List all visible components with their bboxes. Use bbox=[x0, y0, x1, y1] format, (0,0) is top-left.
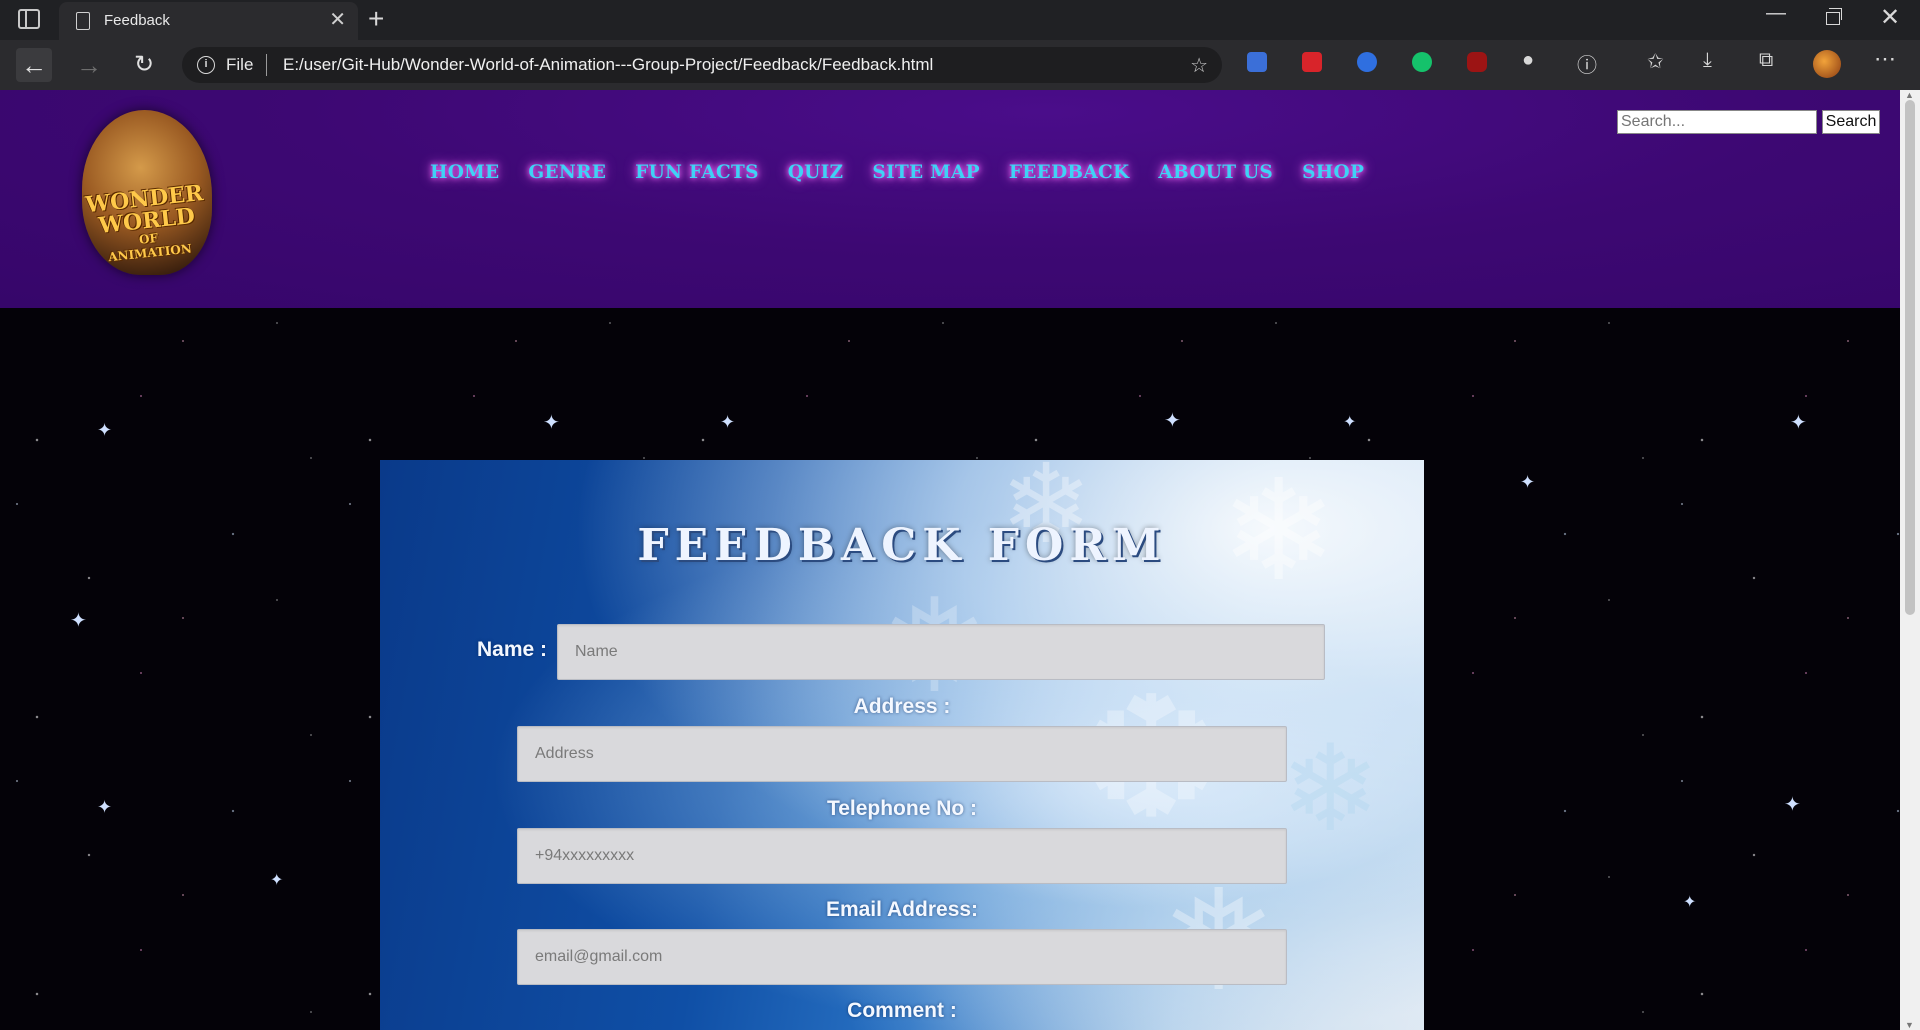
browser-toolbar: ← → ↻ i File E:/user/Git-Hub/Wonder-Worl… bbox=[0, 40, 1920, 90]
url-separator bbox=[266, 54, 267, 76]
close-window-icon[interactable]: ✕ bbox=[1880, 3, 1900, 32]
extension-github-icon[interactable]: ● bbox=[1522, 49, 1534, 72]
extension-shield-icon[interactable] bbox=[1357, 52, 1377, 72]
site-info-icon[interactable]: i bbox=[197, 56, 215, 74]
tab-title: Feedback bbox=[104, 12, 170, 29]
logo-text: WONDER WORLD OF ANIMATION bbox=[69, 180, 226, 267]
nav-quiz[interactable]: QUIZ bbox=[788, 162, 844, 183]
restore-icon[interactable] bbox=[1826, 8, 1842, 25]
scroll-up-icon[interactable]: ▲ bbox=[1905, 90, 1914, 100]
page-icon bbox=[76, 12, 90, 30]
extension-mendeley-icon[interactable] bbox=[1302, 52, 1322, 72]
downloads-icon[interactable]: ⤓ bbox=[1703, 49, 1712, 72]
snowflake-decoration: ❄ bbox=[1280, 722, 1381, 856]
telephone-label: Telephone No : bbox=[826, 797, 978, 820]
star-sparkle: ✦ bbox=[1790, 412, 1807, 434]
new-tab-icon[interactable]: + bbox=[368, 5, 384, 33]
profile-avatar[interactable] bbox=[1813, 50, 1841, 78]
url-text[interactable]: E:/user/Git-Hub/Wonder-World-of-Animatio… bbox=[283, 55, 933, 75]
main-nav: HOME GENRE FUN FACTS QUIZ SITE MAP FEEDB… bbox=[430, 162, 1393, 183]
name-input[interactable]: Name bbox=[557, 624, 1325, 680]
collections-icon[interactable]: ⧉ bbox=[1759, 49, 1773, 72]
comment-label: Comment : bbox=[847, 999, 957, 1022]
star-sparkle: ✦ bbox=[70, 610, 87, 632]
nav-genre[interactable]: GENRE bbox=[528, 162, 606, 183]
search-input[interactable] bbox=[1617, 110, 1817, 134]
page-scrollbar[interactable]: ▲ ▼ bbox=[1900, 90, 1920, 1030]
browser-tab-feedback[interactable]: Feedback ✕ bbox=[59, 2, 358, 40]
telephone-input[interactable]: +94xxxxxxxxx bbox=[517, 828, 1287, 884]
star-sparkle: ✦ bbox=[1784, 794, 1801, 816]
more-options-icon[interactable]: ⋯ bbox=[1874, 46, 1896, 72]
nav-site-map[interactable]: SITE MAP bbox=[872, 162, 979, 183]
url-scheme: File bbox=[226, 55, 254, 74]
reload-button[interactable]: ↻ bbox=[126, 48, 162, 82]
page-viewport: WONDER WORLD OF ANIMATION HOME GENRE FUN… bbox=[0, 90, 1900, 1030]
star-sparkle: ✦ bbox=[1343, 414, 1357, 431]
email-label: Email Address: bbox=[825, 898, 979, 921]
name-label: Name : bbox=[477, 638, 548, 661]
site-header: WONDER WORLD OF ANIMATION HOME GENRE FUN… bbox=[0, 90, 1900, 308]
minimize-icon[interactable]: — bbox=[1766, 2, 1786, 25]
favorites-icon[interactable]: ✩ bbox=[1647, 49, 1664, 74]
extension-ublock-icon[interactable] bbox=[1467, 52, 1487, 72]
scroll-down-icon[interactable]: ▼ bbox=[1905, 1020, 1914, 1030]
address-bar[interactable]: i File E:/user/Git-Hub/Wonder-World-of-A… bbox=[182, 47, 1222, 83]
nav-fun-facts[interactable]: FUN FACTS bbox=[635, 162, 759, 183]
browser-tab-strip: Feedback ✕ + — ✕ bbox=[0, 0, 1920, 40]
address-input[interactable]: Address bbox=[517, 726, 1287, 782]
scrollbar-thumb[interactable] bbox=[1905, 100, 1915, 615]
star-sparkle: ✦ bbox=[270, 872, 284, 889]
star-sparkle: ✦ bbox=[543, 412, 560, 434]
star-sparkle: ✦ bbox=[1683, 894, 1697, 911]
nav-about-us[interactable]: ABOUT US bbox=[1158, 162, 1273, 183]
star-sparkle: ✦ bbox=[1520, 472, 1536, 492]
back-button[interactable]: ← bbox=[16, 48, 52, 82]
close-tab-icon[interactable]: ✕ bbox=[329, 10, 346, 30]
form-title: FEEDBACK FORM bbox=[637, 520, 1167, 571]
site-logo[interactable]: WONDER WORLD OF ANIMATION bbox=[72, 110, 222, 280]
extension-upload-icon[interactable] bbox=[1247, 52, 1267, 72]
star-sparkle: ✦ bbox=[720, 412, 736, 432]
star-sparkle: ✦ bbox=[1164, 410, 1181, 432]
search-button[interactable]: Search bbox=[1822, 110, 1880, 134]
address-label: Address : bbox=[853, 695, 951, 718]
feedback-form-card: ❄ ❄ ❅ ❆ ❄ ❅ FEEDBACK FORM Name : Name Ad… bbox=[380, 443, 1424, 1030]
nav-shop[interactable]: SHOP bbox=[1302, 162, 1364, 183]
star-sparkle: ✦ bbox=[97, 420, 113, 440]
add-favorite-icon[interactable]: ☆ bbox=[1190, 53, 1208, 78]
star-sparkle: ✦ bbox=[97, 797, 113, 817]
nav-home[interactable]: HOME bbox=[430, 162, 499, 183]
extension-info-icon[interactable]: ⓘ bbox=[1577, 49, 1597, 78]
forward-button[interactable]: → bbox=[71, 48, 107, 82]
nav-feedback[interactable]: FEEDBACK bbox=[1009, 162, 1130, 183]
extension-grammarly-icon[interactable] bbox=[1412, 52, 1432, 72]
email-input[interactable]: email@gmail.com bbox=[517, 929, 1287, 985]
tab-actions-icon[interactable] bbox=[18, 9, 40, 29]
